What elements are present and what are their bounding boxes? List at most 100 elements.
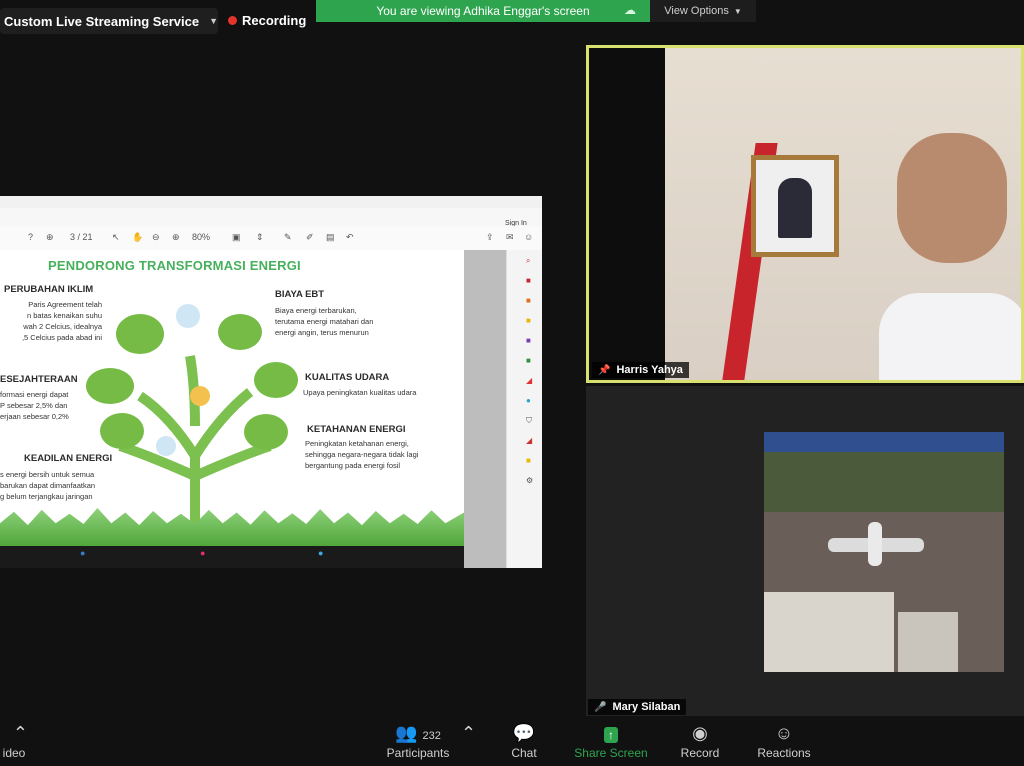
scrollbar[interactable] <box>464 250 506 568</box>
participants-button[interactable]: 👥 232 Participants <box>380 720 456 760</box>
video-label: ideo <box>2 746 26 760</box>
item-body: formasi energi dapat P sebesar 2,5% dan … <box>0 390 69 421</box>
item-body: Upaya peningkatan kualitas udara <box>303 388 417 397</box>
share-icon[interactable]: ⇪ <box>486 232 494 243</box>
leaf-icon <box>116 314 164 354</box>
record-label: Record <box>680 746 720 760</box>
recording-dot-icon <box>228 16 237 25</box>
zoom-out-icon[interactable]: ⊖ <box>152 232 160 243</box>
leaf-icon <box>218 314 262 350</box>
comment-icon[interactable]: ✎ <box>284 232 292 243</box>
comment-tool-icon[interactable]: ■ <box>526 316 531 325</box>
more-tools-icon[interactable]: ⚙ <box>526 476 533 485</box>
pdf-icon[interactable]: ■ <box>526 276 531 285</box>
participant-video <box>764 432 1004 672</box>
user-icon[interactable]: ☺ <box>524 232 533 242</box>
participants-label: Participants <box>386 746 450 760</box>
reactions-button[interactable]: ☺ Reactions <box>752 720 816 760</box>
viewing-screen-banner: You are viewing Adhika Enggar's screen <box>316 0 650 22</box>
muted-mic-icon: 🎤 <box>594 701 607 713</box>
participant-name-tag: 🎤 Mary Silaban <box>588 699 687 715</box>
edit-icon[interactable]: ■ <box>526 336 531 345</box>
item-heading: ESEJAHTERAAN <box>0 374 78 385</box>
record-icon: ◉ <box>692 723 708 743</box>
participants-icon-row: 👥 232 <box>395 723 441 743</box>
chat-label: Chat <box>511 746 537 760</box>
participant-name-tag: 📌 Harris Yahya <box>592 362 689 378</box>
instagram-icon: ● <box>200 548 206 558</box>
item-body: Paris Agreement telah n batas kenaikan s… <box>21 300 102 342</box>
scan-icon[interactable]: ● <box>526 396 531 405</box>
fill-sign-icon[interactable]: ◢ <box>526 376 532 385</box>
organize-icon[interactable]: ■ <box>526 356 531 365</box>
record-button[interactable]: ◉ Record <box>676 720 724 760</box>
note-icon[interactable]: ■ <box>526 456 531 465</box>
view-options-label: View Options <box>664 5 729 17</box>
shared-screen: Sign In ? ⊕ 3 / 21 ↖ ✋ ⊖ ⊕ 80% ▣ ⇕ ✎ ✐ ▤… <box>0 196 542 568</box>
caret-down-icon: ▼ <box>209 16 218 26</box>
item-heading: KUALITAS UDARA <box>305 372 390 383</box>
scroll-icon[interactable]: ⇕ <box>256 232 264 243</box>
export-icon[interactable]: ■ <box>526 296 531 305</box>
presentation-slide: PENDORONG TRANSFORMASI ENERGI PERUBAHAN … <box>0 250 464 568</box>
participant-name: Mary Silaban <box>612 701 681 713</box>
help-icon[interactable]: ? <box>28 232 33 242</box>
highlight-icon[interactable]: ▤ <box>326 232 335 243</box>
zoom-value[interactable]: 80% <box>192 232 210 242</box>
page-indicator[interactable]: 3 / 21 <box>70 232 93 242</box>
video-tile-participant[interactable]: 🎤 Mary Silaban <box>586 386 1024 716</box>
item-body: Peningkatan ketahanan energi, sehingga n… <box>305 439 419 470</box>
twitter-icon: ● <box>318 548 324 558</box>
page-up-icon[interactable]: ⊕ <box>46 232 54 243</box>
protect-icon[interactable]: ⛉ <box>526 416 532 426</box>
page-view-icon[interactable]: ▣ <box>232 232 241 243</box>
leaf-icon <box>244 414 288 450</box>
pin-icon: 📌 <box>598 364 611 376</box>
smiley-icon: ☺ <box>774 723 794 743</box>
item-heading: KETAHANAN ENERGI <box>307 424 406 435</box>
participants-count: 232 <box>422 730 441 742</box>
facebook-icon: ● <box>80 548 86 558</box>
item-body: s energi bersih untuk semua barukan dapa… <box>0 470 96 501</box>
leaf-icon <box>100 413 144 449</box>
video-button[interactable]: ⌃ ideo <box>0 720 28 760</box>
cloud-icon: ☁ <box>624 3 636 17</box>
share-screen-icon: ↑ <box>570 720 652 746</box>
item-heading: BIAYA EBT <box>275 289 325 300</box>
pen-icon[interactable]: ✐ <box>306 232 314 243</box>
mail-icon[interactable]: ✉ <box>506 232 514 243</box>
participants-chevron-up-icon[interactable]: ⌃ <box>461 720 476 746</box>
tools-side-panel: ⌕ ■ ■ ■ ■ ■ ◢ ● ⛉ ◢ ■ ⚙ <box>506 250 542 568</box>
video-tile-active-speaker[interactable]: 📌 Harris Yahya <box>586 45 1024 383</box>
leaf-icon <box>254 362 298 398</box>
live-streaming-label: Custom Live Streaming Service <box>4 13 200 29</box>
item-heading: KEADILAN ENERGI <box>24 453 113 464</box>
participant-name: Harris Yahya <box>616 364 683 376</box>
portrait-frame <box>751 155 839 257</box>
item-body: Biaya energi terbarukan, terutama energi… <box>275 306 374 337</box>
chevron-up-icon[interactable]: ⌃ <box>0 720 28 746</box>
menu-bar <box>0 208 542 226</box>
slide-title: PENDORONG TRANSFORMASI ENERGI <box>48 258 301 273</box>
view-options-button[interactable]: View Options ▼ <box>650 0 756 22</box>
zoom-in-icon[interactable]: ⊕ <box>172 232 180 243</box>
reactions-label: Reactions <box>757 746 811 760</box>
chevron-down-icon: ▼ <box>733 6 742 16</box>
recording-indicator[interactable]: Recording <box>228 13 306 28</box>
leaf-icon <box>86 368 134 404</box>
hand-icon[interactable]: ✋ <box>132 232 143 243</box>
sign-icon[interactable]: ◢ <box>526 436 532 445</box>
live-streaming-dropdown[interactable]: Custom Live Streaming Service ▼ <box>0 8 218 34</box>
item-heading: PERUBAHAN IKLIM <box>4 284 94 295</box>
slide-footer: ● ● ● <box>0 546 464 568</box>
participant-person <box>879 123 1021 380</box>
dark-strip <box>589 48 665 380</box>
cursor-icon[interactable]: ↖ <box>112 232 120 243</box>
recording-label: Recording <box>242 13 307 28</box>
chat-icon: 💬 <box>512 723 536 743</box>
banner-text: You are viewing Adhika Enggar's screen <box>376 4 590 18</box>
undo-icon[interactable]: ↶ <box>346 232 354 243</box>
search-icon[interactable]: ⌕ <box>526 256 530 266</box>
share-screen-button[interactable]: ↑ Share Screen <box>570 720 652 760</box>
chat-button[interactable]: 💬 Chat <box>504 720 544 760</box>
